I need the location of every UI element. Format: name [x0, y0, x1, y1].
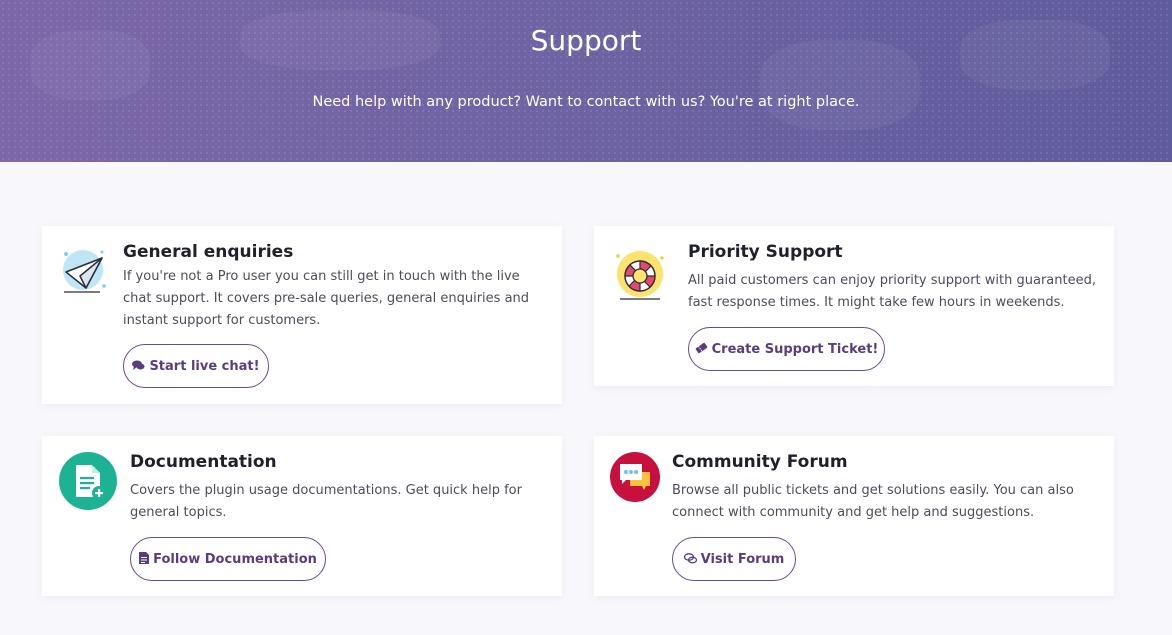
card-description: Browse all public tickets and get soluti…: [672, 483, 1074, 520]
chat-bubbles-icon: [132, 360, 145, 373]
forum-chat-icon: [610, 452, 660, 502]
documentation-card: Documentation Covers the plugin usage do…: [42, 436, 562, 596]
create-support-ticket-button[interactable]: Create Support Ticket!: [688, 327, 885, 371]
follow-documentation-button[interactable]: Follow Documentation: [130, 537, 326, 581]
page-subtitle: Need help with any product? Want to cont…: [312, 94, 860, 110]
button-label: Follow Documentation: [153, 551, 317, 567]
file-text-icon: [139, 552, 150, 566]
priority-support-card: Priority Support All paid customers can …: [594, 226, 1114, 386]
card-description: If you're not a Pro user you can still g…: [123, 269, 530, 328]
card-title: Documentation: [130, 452, 277, 472]
page-title: Support: [530, 24, 642, 57]
card-title: Priority Support: [688, 242, 843, 262]
button-label: Start live chat!: [149, 358, 260, 374]
lifebuoy-icon: [612, 248, 668, 302]
document-add-icon: [58, 451, 118, 511]
visit-forum-button[interactable]: Visit Forum: [672, 537, 796, 581]
paper-plane-icon: [56, 246, 112, 296]
ticket-icon: [695, 342, 708, 356]
card-description: All paid customers can enjoy priority su…: [688, 273, 1096, 310]
card-title: General enquiries: [123, 242, 294, 262]
button-label: Create Support Ticket!: [711, 341, 879, 357]
start-live-chat-button[interactable]: Start live chat!: [123, 344, 269, 388]
button-label: Visit Forum: [700, 551, 785, 567]
support-header: Support Need help with any product? Want…: [0, 0, 1172, 162]
general-enquiries-card: General enquiries If you're not a Pro us…: [42, 226, 562, 404]
card-title: Community Forum: [672, 452, 848, 472]
community-forum-card: Community Forum Browse all public ticket…: [594, 436, 1114, 596]
card-description: Covers the plugin usage documentations. …: [130, 483, 522, 520]
comments-icon: [683, 552, 697, 566]
